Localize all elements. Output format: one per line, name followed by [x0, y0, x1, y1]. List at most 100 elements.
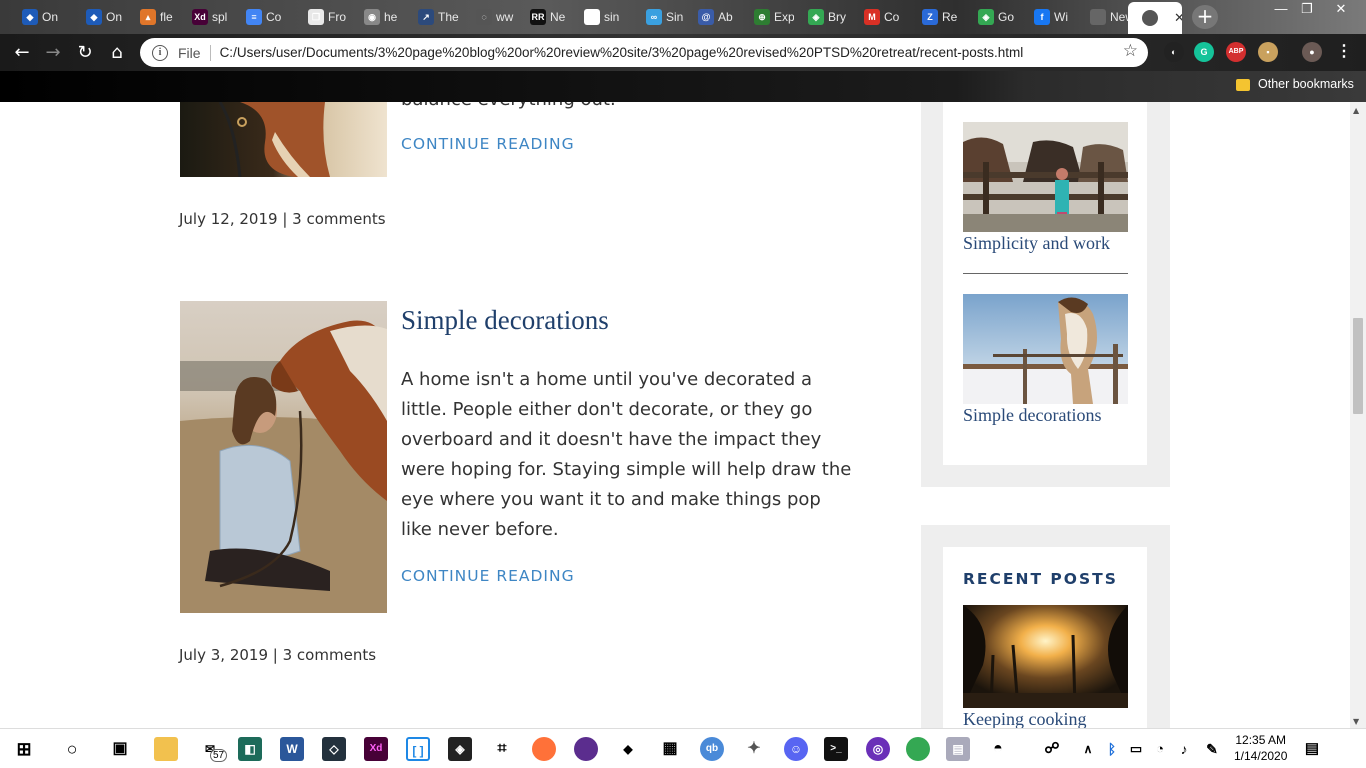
site-info-icon[interactable]: i [152, 44, 168, 61]
tab-favicon-icon [1090, 9, 1106, 25]
browser-tab[interactable]: Z Re [908, 4, 964, 30]
restore-button[interactable]: ❐ [1292, 0, 1322, 18]
bookmark-star-icon[interactable]: ☆ [1123, 41, 1138, 61]
file-explorer-icon[interactable] [154, 737, 178, 761]
browser-tab[interactable]: RR Ne [516, 4, 570, 30]
browser-tab[interactable]: ❐ Fro [294, 4, 350, 30]
browser-tab[interactable]: ◈ Go [964, 4, 1020, 30]
address-bar[interactable]: i File C:/Users/user/Documents/3%20page%… [140, 38, 1148, 67]
scroll-up-arrow-icon[interactable]: ▲ [1353, 106, 1359, 115]
adblock-icon[interactable]: ABP [1226, 42, 1246, 62]
tab-title: spl [212, 10, 228, 24]
other-bookmarks[interactable]: Other bookmarks [1258, 77, 1354, 91]
app-icon[interactable]: ◧ [238, 737, 262, 761]
terminal-icon[interactable]: >_ [824, 737, 848, 761]
sidebar-thumbnail-cooking[interactable] [963, 605, 1128, 708]
forward-arrow-icon[interactable]: → [40, 40, 66, 66]
app-icon[interactable]: ◇ [322, 737, 346, 761]
adobe-xd-icon[interactable]: Xd [364, 737, 388, 761]
reload-icon[interactable]: ↻ [72, 40, 98, 66]
volume-icon[interactable]: ♪ [1172, 737, 1196, 761]
browser-tab[interactable]: ∞ Sin [632, 4, 684, 30]
gimp-icon[interactable]: ✦ [742, 737, 766, 761]
color-app-icon[interactable]: ◈ [448, 737, 472, 761]
sidebar-thumbnail-decorations[interactable] [963, 294, 1128, 404]
browser-tab[interactable]: f Wi [1020, 4, 1076, 30]
page-scrollbar[interactable]: ▲ ▼ [1350, 102, 1366, 728]
profile-avatar-icon[interactable]: ● [1302, 42, 1322, 62]
app-icon[interactable]: ◎ [866, 737, 890, 761]
brackets-editor-icon[interactable]: [ ] [406, 737, 430, 761]
windows-start-icon[interactable]: ⊞ [12, 737, 36, 761]
cortana-search-icon[interactable]: ○ [60, 737, 84, 761]
tab-favicon-icon [1142, 10, 1158, 26]
chrome-icon[interactable] [906, 737, 930, 761]
action-center-icon[interactable]: ▤ [1300, 737, 1324, 761]
qbittorrent-icon[interactable]: qb [700, 737, 724, 761]
app-icon[interactable]: ◓ [986, 737, 1010, 761]
app-icon[interactable]: ◆ [616, 737, 640, 761]
sidebar-post-link[interactable]: Simplicity and work [963, 233, 1110, 254]
comments-link[interactable]: 3 comments [292, 210, 385, 228]
continue-reading-link[interactable]: CONTINUE READING [401, 135, 575, 153]
sidebar-thumbnail-simplicity[interactable] [963, 122, 1128, 232]
tab-title: fle [160, 10, 173, 24]
bookmarks-bar: Other bookmarks [0, 71, 1366, 102]
browser-tab[interactable]: ≡ Co [232, 4, 294, 30]
scroll-down-arrow-icon[interactable]: ▼ [1353, 717, 1359, 726]
tab-title: Sin [666, 10, 684, 24]
url-text[interactable]: C:/Users/user/Documents/3%20page%20blog%… [220, 45, 1024, 60]
browser-tab[interactable]: Xd spl [178, 4, 232, 30]
extension-icon[interactable]: ▪ [1258, 42, 1278, 62]
post-thumbnail-woman-kissing-horse[interactable] [180, 301, 387, 613]
firefox-icon[interactable] [532, 737, 556, 761]
sidebar-post-link[interactable]: Simple decorations [963, 405, 1101, 426]
browser-tab[interactable]: ◆ On [72, 4, 126, 30]
close-window-button[interactable]: ✕ [1326, 0, 1356, 18]
wifi-icon[interactable]: ◔ [1148, 737, 1172, 761]
calculator-icon[interactable]: ▦ [658, 737, 682, 761]
tab-favicon-icon: M [864, 9, 880, 25]
show-hidden-icons-chevron-icon[interactable]: ∧ [1076, 737, 1100, 761]
app-icon[interactable]: ⌗ [490, 737, 514, 761]
comments-link[interactable]: 3 comments [283, 646, 376, 664]
browser-tab[interactable]: ⊕ Exp [740, 4, 794, 30]
sidebar-post-link[interactable]: Keeping cooking [963, 709, 1086, 728]
bluetooth-icon[interactable]: ᛒ [1100, 737, 1124, 761]
app-icon[interactable]: ▤ [946, 737, 970, 761]
browser-tab[interactable]: ◌ ww [462, 4, 516, 30]
browser-tab[interactable]: M Co [850, 4, 908, 30]
post-title[interactable]: Simple decorations [401, 305, 609, 336]
grammarly-icon[interactable]: G [1194, 42, 1214, 62]
task-view-icon[interactable]: ▣ [108, 737, 132, 761]
browser-tab-active[interactable]: ✕ [1128, 2, 1182, 34]
browser-toolbar: ← → ↻ ⌂ i File C:/Users/user/Documents/3… [0, 34, 1366, 71]
scrollbar-thumb[interactable] [1353, 318, 1363, 414]
back-arrow-icon[interactable]: ← [9, 40, 35, 66]
omnibox-divider [209, 44, 211, 61]
system-clock[interactable]: 12:35 AM 1/14/2020 [1234, 732, 1287, 764]
tab-title: Co [884, 10, 900, 24]
new-tab-button[interactable]: + [1192, 5, 1218, 29]
battery-icon[interactable]: ▭ [1124, 737, 1148, 761]
word-icon[interactable]: W [280, 737, 304, 761]
people-icon[interactable]: ☍ [1040, 737, 1064, 761]
home-icon[interactable]: ⌂ [104, 40, 130, 66]
browser-tab[interactable]: ◈ Bry [794, 4, 850, 30]
browser-tab[interactable]: ↗ The [404, 4, 462, 30]
browser-tab[interactable]: Gsin [570, 4, 632, 30]
tab-close-icon[interactable]: ✕ [1174, 11, 1182, 26]
dark-mode-icon[interactable]: ◐ [1164, 42, 1184, 62]
browser-tab[interactable]: ◉ he [350, 4, 404, 30]
discord-icon[interactable]: ☺ [784, 737, 808, 761]
tab-favicon-icon: f [1034, 9, 1050, 25]
chrome-icon[interactable] [574, 737, 598, 761]
browser-menu-icon[interactable]: ⋮ [1334, 42, 1354, 62]
pen-icon[interactable]: ✎ [1200, 737, 1224, 761]
browser-tab[interactable]: New Ta [1076, 4, 1128, 30]
browser-tab[interactable]: ◆ On [8, 4, 72, 30]
browser-tab[interactable]: @ Ab [684, 4, 740, 30]
browser-tab[interactable]: ▴ fle [126, 4, 178, 30]
post-thumbnail-horse-closeup[interactable] [180, 102, 387, 177]
continue-reading-link[interactable]: CONTINUE READING [401, 567, 575, 585]
